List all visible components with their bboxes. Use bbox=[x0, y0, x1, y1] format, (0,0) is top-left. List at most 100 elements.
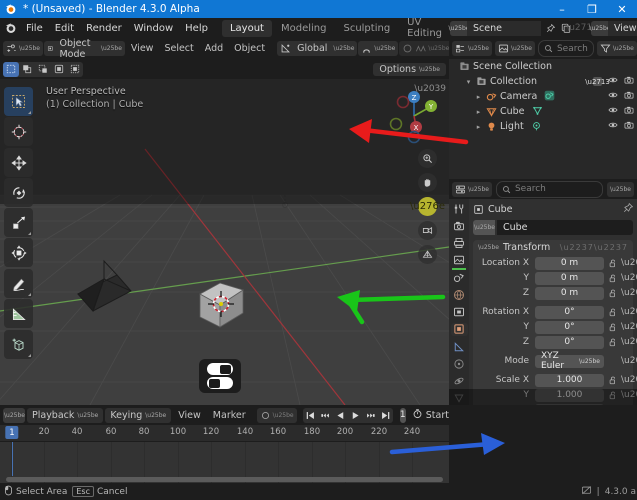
viewlayer-browse-icon[interactable]: \u25be bbox=[590, 20, 610, 36]
object-datablock-icon[interactable]: \u25be bbox=[473, 220, 495, 235]
timeline-editor-type-selector[interactable]: \u25be bbox=[3, 407, 25, 423]
tab-modeling[interactable]: Modeling bbox=[273, 20, 335, 37]
jump-to-next-keyframe-button[interactable] bbox=[363, 408, 378, 423]
properties-editor-type-selector[interactable]: \u25be bbox=[452, 181, 492, 197]
blender-logo-icon[interactable] bbox=[4, 19, 18, 37]
scene-selector[interactable]: \u25be Scene bbox=[449, 20, 541, 36]
jump-to-end-button[interactable] bbox=[378, 408, 393, 423]
properties-tab-view-layer[interactable] bbox=[451, 254, 468, 270]
pan-hand-icon[interactable] bbox=[418, 173, 437, 192]
properties-tab-tool[interactable] bbox=[451, 202, 468, 215]
timeline-editor[interactable]: \u25be Playback \u25be Keying \u25be Vie… bbox=[0, 405, 449, 483]
outliner-editor[interactable]: \u25be \u25be Search \u25be Scene Collec… bbox=[449, 38, 637, 179]
outliner-row-collection[interactable]: ▾ Collection \u2713 bbox=[449, 74, 637, 89]
interaction-mode-selector[interactable]: Object Mode \u25be bbox=[43, 38, 125, 60]
object-name-field[interactable]: Cube bbox=[497, 220, 633, 235]
animate-dot-icon[interactable]: \u2022 bbox=[621, 307, 637, 317]
properties-tab-particles[interactable] bbox=[451, 357, 468, 370]
lock-icon[interactable] bbox=[607, 289, 618, 298]
maximize-button[interactable]: ❐ bbox=[577, 0, 607, 18]
animate-dot-icon[interactable]: \u2022 bbox=[621, 375, 637, 385]
playback-popover[interactable]: Playback \u25be bbox=[27, 407, 104, 423]
viewlayer-selector[interactable]: \u25be ViewLayer bbox=[590, 20, 637, 36]
expand-arrow-icon[interactable]: ▸ bbox=[473, 93, 484, 101]
outliner-row-cube[interactable]: ▸ Cube bbox=[449, 104, 637, 119]
tool-tweak-select[interactable] bbox=[4, 87, 33, 116]
camera-perspective-icon[interactable] bbox=[418, 221, 437, 240]
collection-checkbox[interactable]: \u2713 bbox=[585, 77, 610, 86]
proportional-edit-toggle[interactable]: \u25be bbox=[399, 41, 453, 56]
tool-add-cube[interactable] bbox=[4, 330, 33, 359]
viewport-options-button[interactable]: Options \u25be bbox=[373, 62, 446, 76]
grid-ortho-icon[interactable] bbox=[418, 245, 437, 264]
properties-tab-collection[interactable] bbox=[451, 306, 468, 319]
properties-tab-object[interactable] bbox=[450, 322, 468, 336]
scene-browse-icon[interactable]: \u25be bbox=[449, 20, 469, 36]
menu-render[interactable]: Render bbox=[80, 21, 128, 36]
tool-cursor[interactable] bbox=[4, 117, 33, 146]
visibility-eye-icon[interactable] bbox=[608, 75, 618, 88]
light-data-icon[interactable] bbox=[531, 120, 542, 134]
lock-icon[interactable] bbox=[607, 391, 618, 400]
lock-icon[interactable] bbox=[607, 376, 618, 385]
outliner-editor-type-selector[interactable]: \u25be bbox=[452, 41, 492, 56]
camera-data-icon[interactable] bbox=[544, 90, 555, 104]
3d-viewport[interactable]: User Perspective (1) Collection | Cube Z… bbox=[0, 79, 449, 405]
animate-dot-icon[interactable]: \u2022 bbox=[621, 337, 637, 347]
expand-arrow-icon[interactable]: ▸ bbox=[473, 123, 484, 131]
rotation-y-field[interactable]: 0° bbox=[535, 320, 604, 334]
properties-search-input[interactable]: Search bbox=[495, 180, 604, 198]
location-y-field[interactable]: 0 m bbox=[535, 271, 604, 285]
properties-tab-modifiers[interactable] bbox=[451, 340, 468, 353]
play-button[interactable] bbox=[348, 408, 363, 423]
menu-help[interactable]: Help bbox=[179, 21, 214, 36]
properties-tab-physics[interactable] bbox=[451, 375, 468, 388]
timeline-ruler[interactable]: 20 40 60 80 100 120 140 160 180 200 220 … bbox=[0, 425, 449, 442]
select-intersect-icon[interactable] bbox=[51, 62, 67, 77]
outliner-search-input[interactable]: Search bbox=[537, 40, 594, 57]
render-camera-icon[interactable] bbox=[624, 105, 634, 118]
properties-tab-scene[interactable] bbox=[451, 271, 468, 284]
outliner-row-light[interactable]: ▸ Light bbox=[449, 119, 637, 134]
lock-icon[interactable] bbox=[607, 338, 618, 347]
auto-keying-toggle[interactable]: \u25be bbox=[256, 407, 297, 423]
viewport-menu-object[interactable]: Object bbox=[229, 41, 270, 56]
animate-dot-icon[interactable]: \u2022 bbox=[621, 356, 637, 366]
viewport-menu-select[interactable]: Select bbox=[159, 41, 198, 56]
menu-window[interactable]: Window bbox=[128, 21, 179, 36]
tool-scale[interactable] bbox=[4, 208, 33, 237]
jump-to-start-button[interactable] bbox=[303, 408, 318, 423]
lock-icon[interactable] bbox=[607, 308, 618, 317]
minimize-button[interactable]: – bbox=[547, 0, 577, 18]
camera-view-icon[interactable]: \u276e bbox=[410, 197, 445, 216]
visibility-eye-icon[interactable] bbox=[608, 90, 618, 103]
transform-panel-header[interactable]: \u25be Transform \u2237\u2237 bbox=[473, 240, 633, 255]
keying-popover[interactable]: Keying \u25be bbox=[105, 407, 172, 423]
rotation-z-field[interactable]: 0° bbox=[535, 335, 604, 349]
select-difference-icon[interactable] bbox=[67, 62, 83, 77]
expand-arrow-icon[interactable]: ▸ bbox=[473, 108, 484, 116]
play-reverse-button[interactable] bbox=[333, 408, 348, 423]
viewport-menu-add[interactable]: Add bbox=[200, 41, 228, 56]
animate-dot-icon[interactable]: \u2022 bbox=[621, 288, 637, 298]
viewport-menu-view[interactable]: View bbox=[126, 41, 159, 56]
menu-file[interactable]: File bbox=[20, 21, 49, 36]
rotation-x-field[interactable]: 0° bbox=[535, 305, 604, 319]
properties-options-dropdown[interactable]: \u25be bbox=[607, 181, 634, 197]
zoom-icon[interactable] bbox=[418, 149, 437, 168]
properties-tab-output[interactable] bbox=[451, 237, 468, 250]
rotation-mode-dropdown[interactable]: XYZ Euler \u25be bbox=[535, 351, 604, 371]
render-camera-icon[interactable] bbox=[624, 75, 634, 88]
lock-icon[interactable] bbox=[607, 274, 618, 283]
tool-move[interactable] bbox=[4, 148, 33, 177]
navigation-gizmo[interactable]: Z Y X bbox=[385, 87, 443, 145]
properties-tab-world[interactable] bbox=[451, 288, 468, 301]
viewlayer-name[interactable]: ViewLayer bbox=[608, 20, 637, 36]
timeline-menu-view[interactable]: View bbox=[173, 408, 206, 423]
select-subtract-icon[interactable] bbox=[35, 62, 51, 77]
expand-arrow-icon[interactable]: ▾ bbox=[463, 78, 474, 86]
tab-sculpting[interactable]: Sculpting bbox=[335, 20, 398, 37]
scene-name[interactable]: Scene bbox=[467, 20, 541, 36]
animate-dot-icon[interactable]: \u2022 bbox=[621, 390, 637, 400]
visibility-eye-icon[interactable] bbox=[608, 105, 618, 118]
